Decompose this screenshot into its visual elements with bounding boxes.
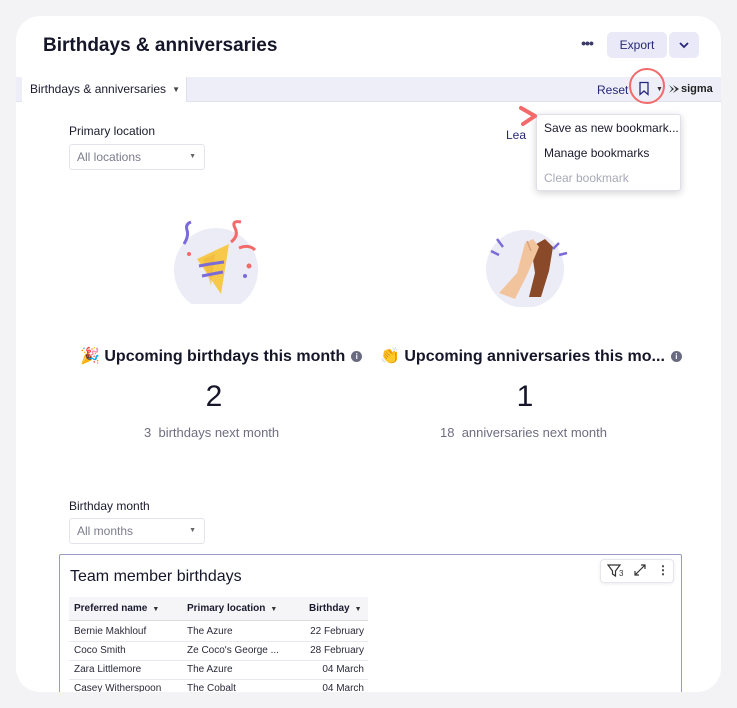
bookmark-icon (639, 81, 649, 96)
table-cell: Casey Witherspoon (74, 683, 162, 692)
team-birthdays-table: Team member birthdays 3 ⋮ Preferred name… (59, 554, 682, 692)
info-icon[interactable]: i (670, 351, 682, 362)
page-header: Birthdays & anniversaries ••• Export (16, 16, 721, 76)
anniversaries-next-month-label: anniversaries next month (461, 425, 607, 440)
info-icon[interactable]: i (351, 351, 363, 362)
clear-bookmark-item: Clear bookmark (544, 171, 629, 185)
birthdays-metric-title: 🎉 Upcoming birthdays this month i (80, 346, 363, 366)
learn-link[interactable]: Lea (506, 128, 526, 142)
expand-icon[interactable] (633, 563, 647, 580)
anniversaries-next-month-count: 18 (440, 425, 455, 440)
caret-down-icon: ▼ (270, 606, 278, 613)
birthday-month-select[interactable]: All months ▼ (69, 518, 205, 544)
birthdays-title-text: Upcoming birthdays this month (104, 348, 346, 365)
primary-location-value: All locations (77, 150, 142, 164)
birthdays-next-month-label: birthdays next month (158, 425, 280, 440)
primary-location-select[interactable]: All locations ▼ (69, 144, 205, 170)
anniversaries-metric-title: 👏 Upcoming anniversaries this mo... i (380, 346, 682, 366)
pointer-arrow-icon (519, 106, 537, 126)
tab-birthdays-anniversaries[interactable]: Birthdays & anniversaries ▼ (22, 77, 187, 102)
party-emoji-icon: 🎉 (80, 348, 100, 365)
caret-down-icon: ▼ (172, 85, 180, 94)
chevron-down-icon (679, 42, 689, 49)
reset-button[interactable]: Reset (597, 83, 628, 97)
more-options-button[interactable]: ••• (574, 34, 600, 56)
table-cell: Ze Coco's George ... (187, 645, 279, 656)
table-cell: The Azure (187, 626, 233, 637)
dashboard-card: Birthdays & anniversaries ••• Export Bir… (16, 16, 721, 692)
tab-label: Birthdays & anniversaries (30, 82, 167, 96)
table-cell: 04 March (322, 664, 364, 675)
filter-count: 3 (619, 569, 624, 578)
birthdays-next-month-count: 3 (144, 425, 152, 440)
sigma-bird-icon (669, 85, 679, 93)
export-dropdown-button[interactable] (669, 32, 699, 58)
manage-bookmarks-item[interactable]: Manage bookmarks (544, 146, 649, 160)
sigma-label: sigma (681, 83, 713, 95)
table-cell: The Cobalt (187, 683, 236, 692)
clap-emoji-icon: 👏 (380, 348, 400, 365)
anniversaries-title-text: Upcoming anniversaries this mo... (404, 348, 665, 365)
anniversaries-count: 1 (516, 380, 534, 413)
caret-down-icon: ▼ (354, 606, 362, 613)
bookmark-button[interactable] (638, 81, 652, 97)
table-cell: Bernie Makhlouf (74, 626, 147, 637)
caret-down-icon: ▼ (152, 606, 160, 613)
birthday-month-label: Birthday month (69, 499, 150, 513)
table-cell: 28 February (310, 645, 364, 656)
primary-location-label: Primary location (69, 124, 156, 138)
table-cell: Coco Smith (74, 645, 126, 656)
anniversaries-next-month: 18 anniversaries next month (440, 425, 607, 440)
column-header-label: Preferred name (74, 603, 148, 614)
more-vertical-icon[interactable]: ⋮ (657, 563, 669, 577)
table-title: Team member birthdays (70, 568, 242, 585)
export-button[interactable]: Export (607, 32, 667, 58)
bookmark-caret-icon[interactable]: ▼ (656, 86, 663, 93)
birthdays-count: 2 (205, 380, 223, 413)
table-cell: Zara Littlemore (74, 664, 142, 675)
sigma-logo: sigma (668, 83, 713, 95)
table-cell: 22 February (310, 626, 364, 637)
table-cell: 04 March (322, 683, 364, 692)
page-title: Birthdays & anniversaries (43, 35, 278, 56)
birthday-month-value: All months (77, 524, 134, 538)
table-toolbar: 3 ⋮ (600, 559, 674, 583)
caret-down-icon: ▼ (189, 527, 196, 534)
workbook-toolbar: Birthdays & anniversaries ▼ Reset ▼ sigma (16, 68, 721, 104)
column-header-label: Birthday (309, 603, 350, 614)
save-as-new-bookmark-item[interactable]: Save as new bookmark... (544, 121, 679, 135)
column-header-primary-location[interactable]: Primary location ▼ (182, 597, 304, 621)
caret-down-icon: ▼ (189, 153, 196, 160)
table-cell: The Azure (187, 664, 233, 675)
column-header-preferred-name[interactable]: Preferred name ▼ (69, 597, 182, 621)
birthdays-next-month: 3 birthdays next month (144, 425, 279, 440)
party-popper-illustration (169, 214, 259, 312)
bookmark-menu: Save as new bookmark... Manage bookmarks… (536, 114, 681, 191)
column-header-birthday[interactable]: Birthday ▼ (304, 597, 368, 621)
column-header-label: Primary location (187, 603, 266, 614)
high-five-illustration (483, 217, 573, 308)
